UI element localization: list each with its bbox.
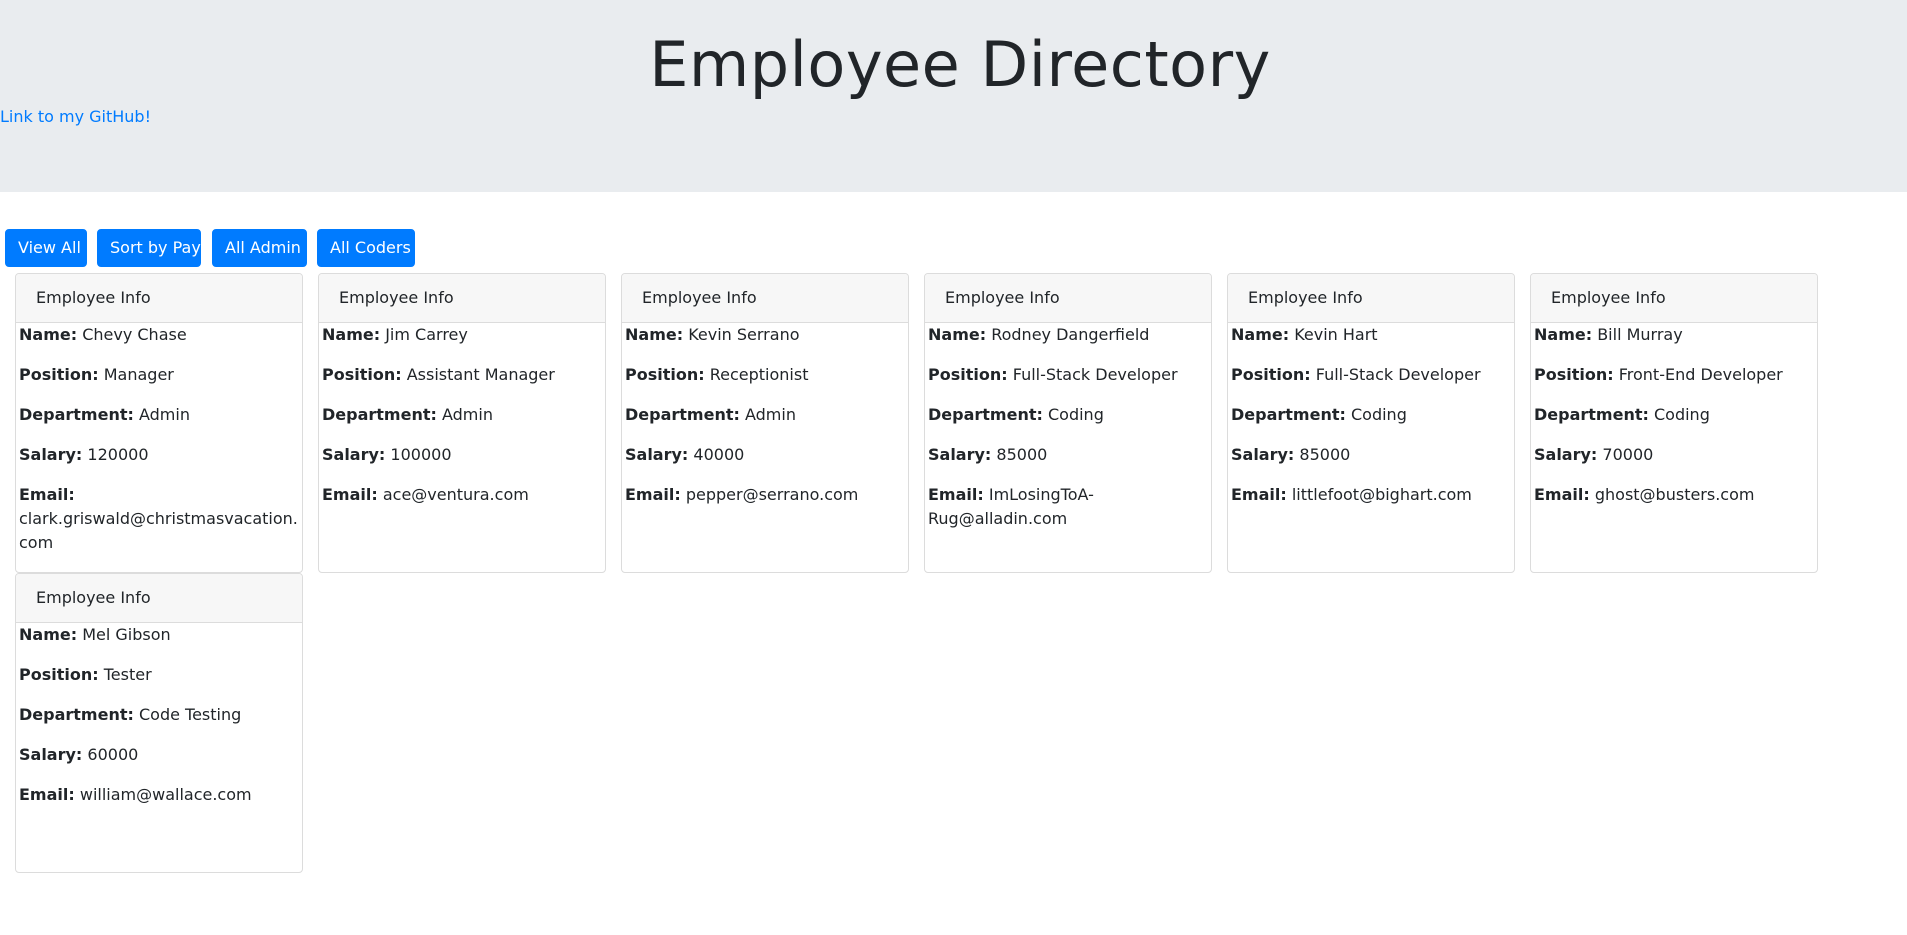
employee-name: Name: Jim Carrey [322, 325, 468, 344]
employee-name: Name: Kevin Serrano [625, 325, 800, 344]
employee-salary: Salary: 85000 [928, 445, 1048, 464]
employee-department: Department: Code Testing [19, 705, 242, 724]
employee-salary: Salary: 120000 [19, 445, 149, 464]
employee-department: Department: Admin [19, 405, 190, 424]
card-header: Employee Info [319, 274, 605, 323]
card-header: Employee Info [1531, 274, 1817, 323]
employee-email: Email: ImLosingToA-Rug@alladin.com [928, 485, 1094, 528]
employee-position: Position: Tester [19, 665, 152, 684]
card-body: Name: Jim Carrey Position: Assistant Man… [319, 323, 605, 507]
employee-position: Position: Front-End Developer [1534, 365, 1783, 384]
employee-position: Position: Full-Stack Developer [1231, 365, 1481, 384]
employee-card: Employee Info Name: Kevin Hart Position:… [1227, 273, 1515, 573]
employee-position: Position: Full-Stack Developer [928, 365, 1178, 384]
employee-card: Employee Info Name: Kevin Serrano Positi… [621, 273, 909, 573]
card-body: Name: Mel Gibson Position: Tester Depart… [16, 623, 302, 807]
sort-by-pay-button[interactable]: Sort by Pay [97, 229, 201, 267]
employee-position: Position: Manager [19, 365, 174, 384]
all-coders-button[interactable]: All Coders [317, 229, 415, 267]
employee-email: Email: clark.griswald@christmasvacation.c… [19, 485, 298, 552]
employee-email: Email: ghost@busters.com [1534, 485, 1755, 504]
employee-salary: Salary: 40000 [625, 445, 745, 464]
employee-email: Email: pepper@serrano.com [625, 485, 859, 504]
employee-salary: Salary: 85000 [1231, 445, 1351, 464]
card-body: Name: Kevin Hart Position: Full-Stack De… [1228, 323, 1514, 507]
card-body: Name: Kevin Serrano Position: Receptioni… [622, 323, 908, 507]
employee-salary: Salary: 100000 [322, 445, 452, 464]
employee-department: Department: Coding [1534, 405, 1710, 424]
employee-name: Name: Kevin Hart [1231, 325, 1378, 344]
card-body: Name: Bill Murray Position: Front-End De… [1531, 323, 1817, 507]
employee-email: Email: ace@ventura.com [322, 485, 529, 504]
all-admin-button[interactable]: All Admin [212, 229, 307, 267]
card-header: Employee Info [16, 274, 302, 323]
page-title: Employee Directory [649, 28, 1271, 101]
employee-department: Department: Admin [625, 405, 796, 424]
card-header: Employee Info [1228, 274, 1514, 323]
employee-email: Email: littlefoot@bighart.com [1231, 485, 1472, 504]
employee-department: Department: Admin [322, 405, 493, 424]
employee-department: Department: Coding [1231, 405, 1407, 424]
employee-position: Position: Receptionist [625, 365, 809, 384]
employee-card: Employee Info Name: Rodney Dangerfield P… [924, 273, 1212, 573]
employee-card: Employee Info Name: Jim Carrey Position:… [318, 273, 606, 573]
employee-card: Employee Info Name: Bill Murray Position… [1530, 273, 1818, 573]
employee-card: Employee Info Name: Chevy Chase Position… [15, 273, 303, 573]
employee-position: Position: Assistant Manager [322, 365, 555, 384]
employee-name: Name: Rodney Dangerfield [928, 325, 1150, 344]
employee-name: Name: Bill Murray [1534, 325, 1683, 344]
card-header: Employee Info [16, 574, 302, 623]
employee-name: Name: Chevy Chase [19, 325, 187, 344]
employee-name: Name: Mel Gibson [19, 625, 171, 644]
card-header: Employee Info [622, 274, 908, 323]
employee-card: Employee Info Name: Mel Gibson Position:… [15, 573, 303, 873]
employee-email: Email: william@wallace.com [19, 785, 252, 804]
github-link[interactable]: Link to my GitHub! [0, 105, 151, 129]
employee-department: Department: Coding [928, 405, 1104, 424]
employee-salary: Salary: 70000 [1534, 445, 1654, 464]
header-jumbotron: Employee Directory Link to my GitHub! [0, 0, 1907, 192]
card-body: Name: Rodney Dangerfield Position: Full-… [925, 323, 1211, 531]
card-header: Employee Info [925, 274, 1211, 323]
employee-salary: Salary: 60000 [19, 745, 139, 764]
view-all-button[interactable]: View All [5, 229, 87, 267]
card-body: Name: Chevy Chase Position: Manager Depa… [16, 323, 302, 555]
